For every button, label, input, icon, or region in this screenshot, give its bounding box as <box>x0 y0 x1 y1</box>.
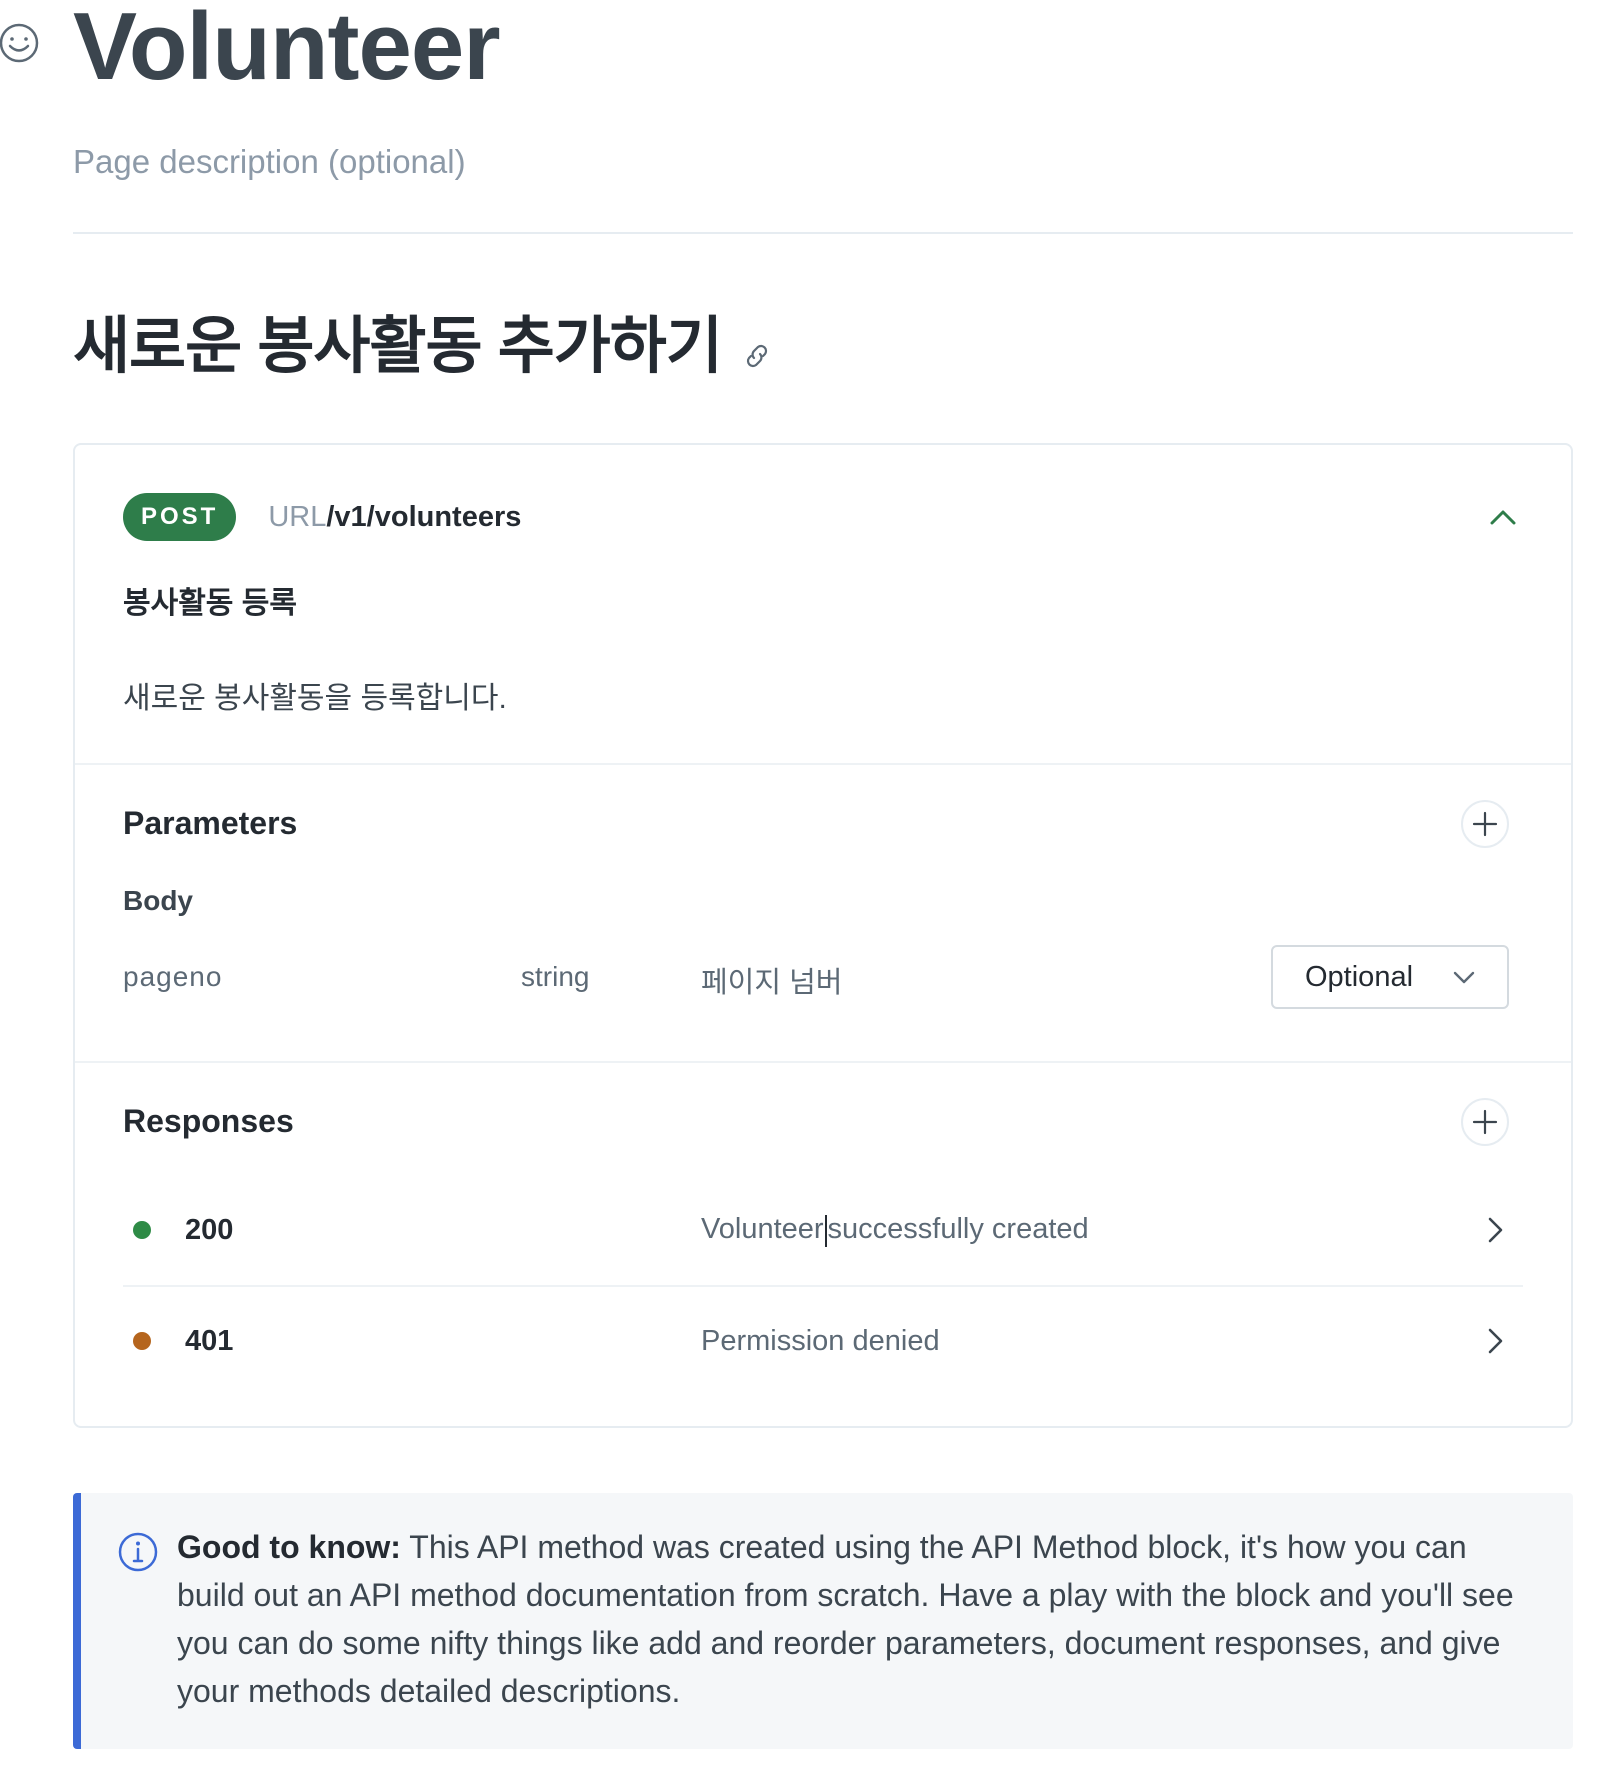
smiley-face-icon[interactable] <box>0 22 40 64</box>
method-badge[interactable]: POST <box>123 493 237 541</box>
plus-icon <box>1472 811 1498 837</box>
endpoint-name[interactable]: 봉사활동 등록 <box>123 578 297 622</box>
info-icon <box>118 1532 158 1572</box>
response-description[interactable]: Volunteer successfully created <box>701 1213 1089 1247</box>
parameter-requirement-select[interactable]: Optional <box>1271 945 1509 1009</box>
add-parameter-button[interactable] <box>1461 800 1509 848</box>
parameter-description[interactable]: 페이지 넘버 <box>701 959 842 1001</box>
response-code: 200 <box>185 1213 234 1246</box>
url-label: URL <box>268 500 327 533</box>
response-row-401[interactable]: 401 Permission denied <box>123 1286 1523 1396</box>
card-divider <box>75 1061 1571 1063</box>
body-label: Body <box>123 885 193 916</box>
chevron-down-icon <box>1453 971 1475 984</box>
title-divider <box>73 232 1573 234</box>
response-description[interactable]: Permission denied <box>701 1325 940 1358</box>
hint-callout: Good to know: This API method was create… <box>73 1493 1573 1749</box>
link-icon[interactable] <box>740 339 774 373</box>
page-title[interactable]: Volunteer <box>73 0 501 100</box>
parameter-name[interactable]: pageno <box>123 961 222 993</box>
status-dot-error <box>133 1332 151 1350</box>
section-heading: 새로운 봉사활동 추가하기 <box>73 310 774 384</box>
parameter-type[interactable]: string <box>521 961 589 993</box>
chevron-right-icon[interactable] <box>1481 1216 1509 1244</box>
parameter-requirement-value: Optional <box>1305 960 1414 993</box>
plus-icon <box>1472 1109 1498 1135</box>
chevron-right-icon[interactable] <box>1481 1327 1509 1355</box>
status-dot-success <box>133 1221 151 1239</box>
hint-label: Good to know: <box>177 1529 401 1565</box>
card-divider <box>75 763 1571 765</box>
response-code: 401 <box>185 1324 234 1357</box>
text-cursor <box>824 1214 827 1247</box>
hint-text[interactable]: Good to know: This API method was create… <box>177 1523 1533 1715</box>
page: Volunteer Page description (optional) 새로… <box>0 0 1622 1782</box>
endpoint-description[interactable]: 새로운 봉사활동을 등록합니다. <box>123 673 507 717</box>
collapse-button[interactable] <box>1483 497 1523 537</box>
section-heading-text[interactable]: 새로운 봉사활동 추가하기 <box>73 310 723 384</box>
response-row-200[interactable]: 200 Volunteer successfully created <box>123 1175 1523 1285</box>
parameters-title: Parameters <box>123 805 298 841</box>
responses-title: Responses <box>123 1103 294 1139</box>
add-response-button[interactable] <box>1461 1098 1509 1146</box>
page-description-input[interactable]: Page description (optional) <box>73 142 466 182</box>
parameter-row: pageno string 페이지 넘버 Optional <box>123 945 1509 1009</box>
chevron-up-icon <box>1490 510 1516 525</box>
api-method-card: POST URL /v1/volunteers 봉사활동 등록 새로운 봉사활동… <box>73 443 1573 1428</box>
method-header: POST URL /v1/volunteers <box>123 493 1523 541</box>
url-path[interactable]: /v1/volunteers <box>326 501 521 534</box>
